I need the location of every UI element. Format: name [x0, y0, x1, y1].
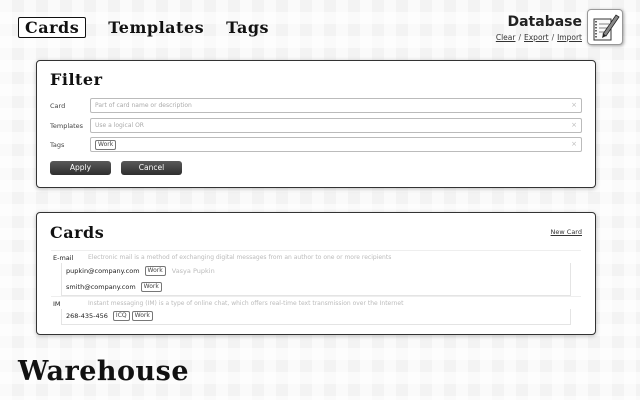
separator: /: [518, 33, 521, 42]
card-placeholder: Part of card name or description: [95, 102, 192, 109]
item-tag[interactable]: Work: [131, 311, 153, 321]
cards-panel: Cards New Card E-mail Electronic mail is…: [36, 212, 596, 335]
category-description: Instant messaging (IM) is a type of onli…: [88, 300, 404, 307]
list-item[interactable]: pupkin@company.com Work Vasya Pupkin: [66, 266, 215, 276]
category-description: Electronic mail is a method of exchangin…: [88, 254, 392, 261]
item-value: pupkin@company.com: [66, 267, 140, 275]
card-filter-row: Card Part of card name or description ×: [50, 98, 582, 113]
category-label: IM: [53, 300, 61, 308]
category-email[interactable]: E-mail Electronic mail is a method of ex…: [51, 250, 581, 262]
item-value: 268-435-456: [66, 312, 108, 320]
category-label: E-mail: [53, 254, 74, 262]
tags-input[interactable]: Work ×: [90, 137, 582, 152]
export-link[interactable]: Export: [524, 33, 549, 42]
card-label: Card: [50, 101, 66, 110]
database-title: Database: [507, 14, 582, 30]
list-item[interactable]: 268-435-456 ICQ Work: [66, 311, 153, 321]
templates-filter-row: Templates Use a logical OR ×: [50, 118, 582, 133]
tag-chip[interactable]: Work: [95, 139, 117, 150]
tags-label: Tags: [50, 140, 65, 149]
card-input[interactable]: Part of card name or description ×: [90, 98, 582, 113]
apply-button[interactable]: Apply: [50, 161, 111, 175]
import-link[interactable]: Import: [557, 33, 582, 42]
templates-placeholder: Use a logical OR: [95, 122, 144, 129]
category-im[interactable]: IM Instant messaging (IM) is a type of o…: [51, 296, 581, 308]
cards-title: Cards: [50, 223, 105, 242]
list-item[interactable]: smith@company.com Work: [66, 282, 162, 292]
database-actions: Clear / Export / Import: [496, 33, 582, 42]
clear-link[interactable]: Clear: [496, 33, 516, 42]
filter-panel: Filter Card Part of card name or descrip…: [36, 60, 596, 188]
clear-tags-icon[interactable]: ×: [571, 138, 577, 151]
app-title: Warehouse: [18, 356, 190, 387]
tab-tags[interactable]: Tags: [226, 18, 269, 37]
cancel-button[interactable]: Cancel: [121, 161, 182, 175]
templates-input[interactable]: Use a logical OR ×: [90, 118, 582, 133]
tags-filter-row: Tags Work ×: [50, 137, 582, 152]
item-value: smith@company.com: [66, 283, 136, 291]
tab-templates[interactable]: Templates: [108, 18, 204, 37]
email-items: pupkin@company.com Work Vasya Pupkin smi…: [61, 263, 571, 296]
clear-templates-icon[interactable]: ×: [571, 119, 577, 132]
new-card-link[interactable]: New Card: [551, 228, 582, 236]
separator: /: [551, 33, 555, 42]
im-items: 268-435-456 ICQ Work: [61, 309, 571, 325]
templates-label: Templates: [50, 121, 84, 130]
tab-cards[interactable]: Cards: [18, 17, 87, 38]
item-tag[interactable]: Work: [144, 266, 166, 276]
filter-title: Filter: [50, 70, 103, 89]
database-section: Database Clear / Export / Import: [496, 14, 582, 42]
item-tag[interactable]: ICQ: [112, 311, 130, 321]
clear-card-icon[interactable]: ×: [571, 99, 577, 112]
main-nav: Cards Templates Tags: [18, 17, 291, 38]
notebook-pen-icon[interactable]: [587, 9, 623, 45]
item-note: Vasya Pupkin: [171, 267, 215, 275]
item-tag[interactable]: Work: [140, 282, 162, 292]
